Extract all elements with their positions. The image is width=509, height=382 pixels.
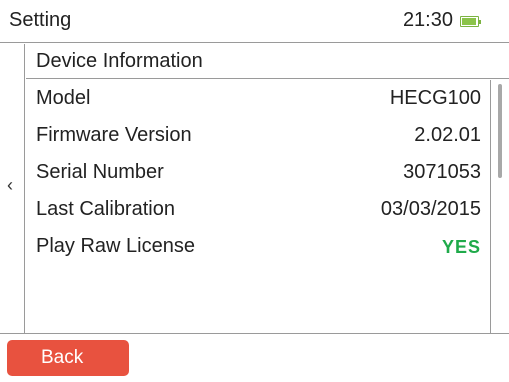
battery-level-fill [462,18,476,25]
info-row-last-calibration: Last Calibration 03/03/2015 [26,191,489,228]
info-label: Model [36,87,91,109]
back-rail[interactable]: ‹ [0,44,25,333]
back-button[interactable]: Back [7,340,129,376]
scrollbar-track[interactable] [490,80,509,333]
bottom-bar: Back [0,333,509,382]
info-row-model: Model HECG100 [26,80,489,117]
chevron-left-icon[interactable]: ‹ [7,176,13,194]
license-status-value: YES [441,237,481,257]
info-value: 03/03/2015 [380,198,481,220]
info-label: Play Raw License [36,235,195,257]
info-value: 2.02.01 [414,124,481,146]
info-row-serial-number: Serial Number 3071053 [26,154,489,191]
info-value: 3071053 [403,161,481,183]
info-label: Serial Number [36,161,164,183]
device-info-list: Model HECG100 Firmware Version 2.02.01 S… [26,80,489,265]
info-value: HECG100 [389,87,481,109]
settings-screen: Setting 21:30 ‹ Device Information Model… [0,0,509,382]
info-label: Firmware Version [36,124,192,146]
info-row-play-raw-license: Play Raw License YES [26,228,489,265]
clock-time: 21:30 [402,9,453,31]
scrollbar-thumb[interactable] [498,84,502,178]
battery-icon [460,16,481,27]
screen-title: Setting [9,9,72,31]
section-title: Device Information [36,50,203,72]
battery-tip [479,20,481,24]
info-row-firmware-version: Firmware Version 2.02.01 [26,117,489,154]
section-header: Device Information [26,44,509,79]
info-label: Last Calibration [36,198,175,220]
status-bar: Setting 21:30 [0,0,509,43]
